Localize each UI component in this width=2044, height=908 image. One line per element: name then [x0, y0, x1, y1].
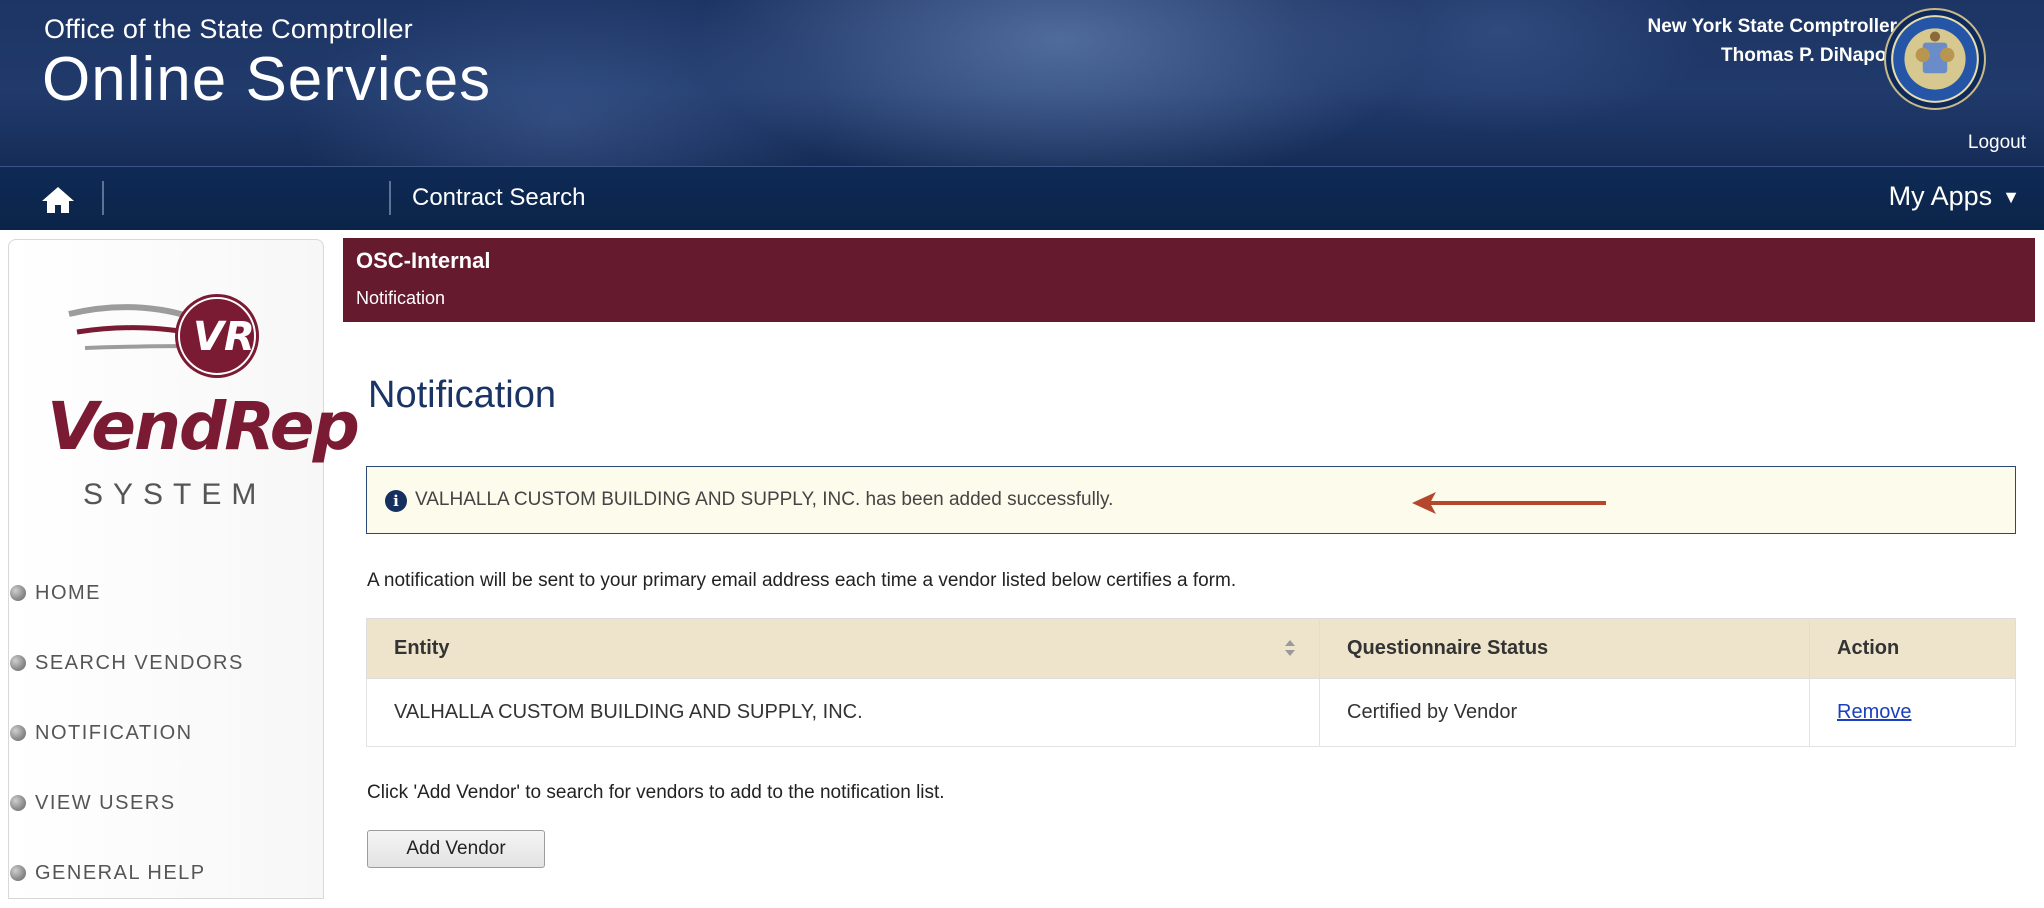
- sidebar-nav: HOME SEARCH VENDORS NOTIFICATION VIEW US…: [9, 558, 323, 908]
- column-header-status: Questionnaire Status: [1319, 618, 1810, 679]
- column-header-entity[interactable]: Entity: [366, 618, 1320, 679]
- success-alert: i VALHALLA CUSTOM BUILDING AND SUPPLY, I…: [366, 466, 2016, 534]
- main-navbar: Contract Search My Apps ▼: [0, 166, 2044, 230]
- sidebar-item-label: NOTIFICATION: [35, 721, 193, 744]
- system-logo-text: SYSTEM: [83, 478, 267, 511]
- comptroller-title: New York State Comptroller: [1647, 16, 1897, 37]
- bullet-icon: [10, 585, 26, 601]
- state-seal-icon: [1884, 8, 1986, 110]
- home-icon[interactable]: [38, 183, 78, 217]
- my-apps-label: My Apps: [1888, 181, 1993, 211]
- comptroller-block: New York State Comptroller Thomas P. DiN…: [1647, 12, 1897, 70]
- annotation-arrow-icon: [1412, 492, 1606, 514]
- info-icon: i: [385, 490, 407, 512]
- logo-badge: VR: [193, 314, 255, 360]
- header-banner: Office of the State Comptroller Online S…: [0, 0, 2044, 166]
- add-vendor-hint: Click 'Add Vendor' to search for vendors…: [367, 782, 945, 803]
- nav-contract-search[interactable]: Contract Search: [412, 184, 585, 212]
- action-cell: Remove: [1809, 678, 2016, 747]
- nav-divider: [102, 181, 104, 215]
- nav-divider: [389, 181, 391, 215]
- sort-icon[interactable]: [1283, 637, 1297, 659]
- context-title: OSC-Internal: [356, 248, 491, 273]
- sidebar: VR VendRep SYSTEM HOME SEARCH VENDORS NO…: [8, 239, 360, 899]
- bullet-icon: [10, 725, 26, 741]
- vr-logo-icon: VR: [68, 294, 259, 378]
- status-cell: Certified by Vendor: [1319, 678, 1810, 747]
- sidebar-item-notification[interactable]: NOTIFICATION: [9, 698, 323, 768]
- alert-message: VALHALLA CUSTOM BUILDING AND SUPPLY, INC…: [415, 489, 1114, 510]
- page-title: Notification: [368, 374, 556, 416]
- context-bar: OSC-Internal Notification: [343, 238, 2035, 322]
- remove-link[interactable]: Remove: [1837, 701, 1911, 723]
- caret-down-icon: ▼: [2002, 187, 2020, 208]
- sidebar-item-view-users[interactable]: VIEW USERS: [9, 768, 323, 838]
- sidebar-item-home[interactable]: HOME: [9, 558, 323, 628]
- vendor-table: Entity Questionnaire Status Action VALHA…: [366, 618, 2016, 747]
- column-header-action: Action: [1809, 618, 2016, 679]
- column-header-label: Action: [1837, 637, 1900, 659]
- app-title: Online Services: [42, 45, 492, 114]
- notice-text: A notification will be sent to your prim…: [367, 570, 1237, 591]
- vendrep-logo-text: VendRep: [47, 388, 360, 465]
- add-vendor-button[interactable]: Add Vendor: [367, 830, 545, 868]
- bullet-icon: [10, 795, 26, 811]
- sidebar-item-search-vendors[interactable]: SEARCH VENDORS: [9, 628, 323, 698]
- sidebar-item-label: HOME: [35, 581, 101, 604]
- sidebar-item-label: VIEW USERS: [35, 791, 176, 814]
- bullet-icon: [10, 655, 26, 671]
- office-line: Office of the State Comptroller: [44, 14, 413, 44]
- sidebar-item-label: GENERAL HELP: [35, 861, 206, 884]
- column-header-label: Questionnaire Status: [1347, 637, 1549, 659]
- comptroller-name: Thomas P. DiNapoli: [1721, 45, 1897, 66]
- sidebar-item-label: SEARCH VENDORS: [35, 651, 244, 674]
- my-apps-menu[interactable]: My Apps ▼: [1889, 181, 2020, 212]
- table-header-row: Entity Questionnaire Status Action: [366, 618, 2016, 679]
- context-subtitle: Notification: [356, 288, 446, 308]
- table-row: VALHALLA CUSTOM BUILDING AND SUPPLY, INC…: [366, 678, 2016, 747]
- logout-link[interactable]: Logout: [1968, 132, 2026, 154]
- sidebar-item-general-help[interactable]: GENERAL HELP: [9, 838, 323, 908]
- column-header-label: Entity: [394, 637, 450, 659]
- entity-cell: VALHALLA CUSTOM BUILDING AND SUPPLY, INC…: [366, 678, 1320, 747]
- bullet-icon: [10, 865, 26, 881]
